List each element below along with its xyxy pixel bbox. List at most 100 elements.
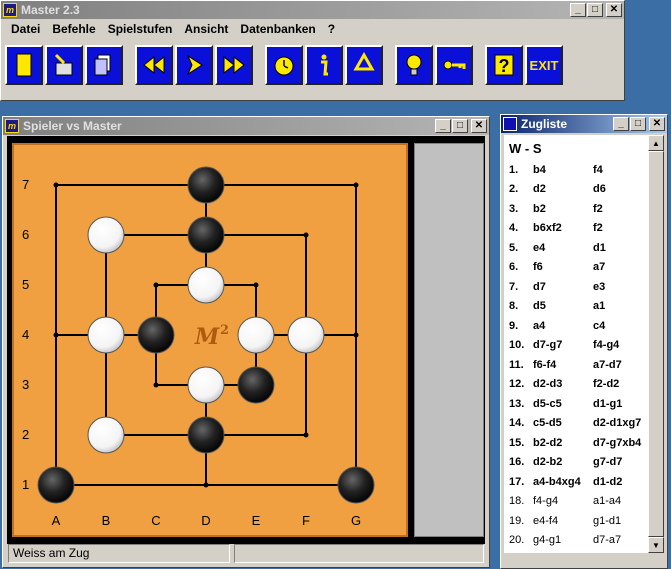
key-button[interactable] — [435, 45, 473, 85]
game-board[interactable]: 7654321ABCDEFGM2 — [12, 143, 408, 537]
board-point-c3 — [153, 382, 159, 388]
move-number: 2. — [509, 183, 519, 196]
move-row[interactable]: 12. d2-d3 f2-d2 — [504, 375, 648, 395]
black-stone-e3 — [237, 366, 275, 404]
maximize-icon[interactable]: □ — [452, 119, 468, 133]
white-move: d2-d3 — [533, 378, 563, 391]
white-move: e4 — [533, 241, 546, 254]
game-titlebar[interactable]: m Spieler vs Master _ □ ✕ — [3, 117, 489, 135]
move-row[interactable]: 16. d2-b2 g7-d7 — [504, 453, 648, 473]
minimize-icon[interactable]: _ — [435, 119, 451, 133]
board-point-a7 — [53, 182, 59, 188]
hint-button[interactable] — [395, 45, 433, 85]
exit-button[interactable]: EXIT — [525, 45, 563, 85]
move-row[interactable]: 4. b6xf2 f2 — [504, 219, 648, 239]
board-canvas[interactable]: 7654321A B C D E F GM 2 — [14, 145, 406, 535]
scroll-up-icon[interactable]: ▲ — [648, 135, 664, 151]
horizontal-scrollbar[interactable] — [504, 553, 664, 565]
move-row[interactable]: 20. g4-g1 d7-a7 — [504, 531, 648, 551]
white-move: b4 — [533, 163, 546, 176]
open-button[interactable] — [45, 45, 83, 85]
move-list[interactable]: W - S 1. b4 f4 2. d2 d6 3. b2 f2 4. b6xf2 f2 5. e4 d1 6… — [504, 135, 648, 553]
move-number: 16. — [509, 456, 525, 469]
move-row[interactable]: 17. a4-b4xg4 d1-d2 — [504, 472, 648, 492]
move-number: 6. — [509, 261, 519, 274]
close-icon[interactable]: ✕ — [606, 3, 622, 17]
scroll-thumb[interactable] — [648, 151, 664, 537]
key-icon — [443, 60, 466, 70]
menu-datenbanken[interactable]: Datenbanken — [234, 22, 321, 36]
move-list-titlebar[interactable]: Zugliste _ □ ✕ — [501, 115, 667, 133]
move-row[interactable]: 8. d5 a1 — [504, 297, 648, 317]
move-row[interactable]: 14. c5-d5 d2-d1xg7 — [504, 414, 648, 434]
move-row[interactable]: 5. e4 d1 — [504, 238, 648, 258]
rank-label: 5 — [22, 277, 29, 292]
scroll-down-icon[interactable]: ▼ — [648, 537, 664, 553]
move-row[interactable]: 6. f6 a7 — [504, 258, 648, 278]
menu-help[interactable]: ? — [322, 22, 341, 36]
move-row[interactable]: 9. a4 c4 — [504, 316, 648, 336]
move-row[interactable]: 10. d7-g7 f4-g4 — [504, 336, 648, 356]
move-list-scrollbar[interactable]: ▲ ▼ — [648, 135, 664, 553]
rank-label: 1 — [22, 477, 29, 492]
black-move: g1-d1 — [593, 514, 622, 527]
white-move: f6-f4 — [533, 358, 557, 371]
white-move: d2-b2 — [533, 456, 563, 469]
white-move: c5-d5 — [533, 417, 562, 430]
minimize-icon[interactable]: _ — [570, 3, 586, 17]
fast-forward-button[interactable] — [215, 45, 253, 85]
game-window-title: Spieler vs Master — [23, 119, 122, 133]
forward-button[interactable] — [175, 45, 213, 85]
recycle-button[interactable] — [345, 45, 383, 85]
black-move: f2-d2 — [593, 378, 620, 391]
pages-button[interactable] — [85, 45, 123, 85]
move-number: 7. — [509, 280, 519, 293]
info-button[interactable] — [305, 45, 343, 85]
move-number: 18. — [509, 495, 525, 508]
move-row[interactable]: 13. d5-c5 d1-g1 — [504, 394, 648, 414]
toolbar: ? EXIT — [5, 45, 565, 85]
black-move: d1-d2 — [593, 475, 623, 488]
minimize-icon[interactable]: _ — [613, 117, 629, 131]
white-move: b2-d2 — [533, 436, 563, 449]
white-move: d7-g7 — [533, 339, 563, 352]
move-number: 3. — [509, 202, 519, 215]
white-move: f4-g4 — [533, 495, 559, 508]
side-panel — [414, 143, 484, 537]
white-stone-b6 — [87, 216, 125, 254]
move-row[interactable]: 18. f4-g4 a1-a4 — [504, 492, 648, 512]
move-number: 12. — [509, 378, 525, 391]
move-row[interactable]: 1. b4 f4 — [504, 160, 648, 180]
close-icon[interactable]: ✕ — [471, 119, 487, 133]
move-row[interactable]: 11. f6-f4 a7-d7 — [504, 355, 648, 375]
file-label: C — [151, 513, 160, 528]
white-move: g4-g1 — [533, 534, 562, 547]
move-row[interactable]: 7. d7 e3 — [504, 277, 648, 297]
menu-datei[interactable]: Datei — [5, 22, 46, 36]
rewind-button[interactable] — [135, 45, 173, 85]
move-number: 8. — [509, 300, 519, 313]
menu-befehle[interactable]: Befehle — [46, 22, 101, 36]
move-number: 5. — [509, 241, 519, 254]
help-button[interactable]: ? — [485, 45, 523, 85]
move-list-title: Zugliste — [521, 117, 568, 131]
move-row[interactable]: 2. d2 d6 — [504, 180, 648, 200]
board-point-e5 — [253, 282, 259, 288]
game-window-icon: m — [5, 119, 19, 133]
move-row[interactable]: 15. b2-d2 d7-g7xb4 — [504, 433, 648, 453]
move-row[interactable]: 19. e4-f4 g1-d1 — [504, 511, 648, 531]
move-row[interactable]: 3. b2 f2 — [504, 199, 648, 219]
maximize-icon[interactable]: □ — [587, 3, 603, 17]
black-move: d1 — [593, 241, 606, 254]
file-label: F — [302, 513, 310, 528]
alarm-clock-button[interactable] — [265, 45, 303, 85]
maximize-icon[interactable]: □ — [630, 117, 646, 131]
new-game-button[interactable] — [5, 45, 43, 85]
master-logo-sup: 2 — [220, 323, 229, 338]
menu-ansicht[interactable]: Ansicht — [178, 22, 234, 36]
menu-spielstufen[interactable]: Spielstufen — [102, 22, 179, 36]
move-number: 13. — [509, 397, 525, 410]
main-titlebar[interactable]: m Master 2.3 _ □ ✕ — [1, 1, 624, 19]
close-icon[interactable]: ✕ — [649, 117, 665, 131]
black-move: d6 — [593, 183, 606, 196]
